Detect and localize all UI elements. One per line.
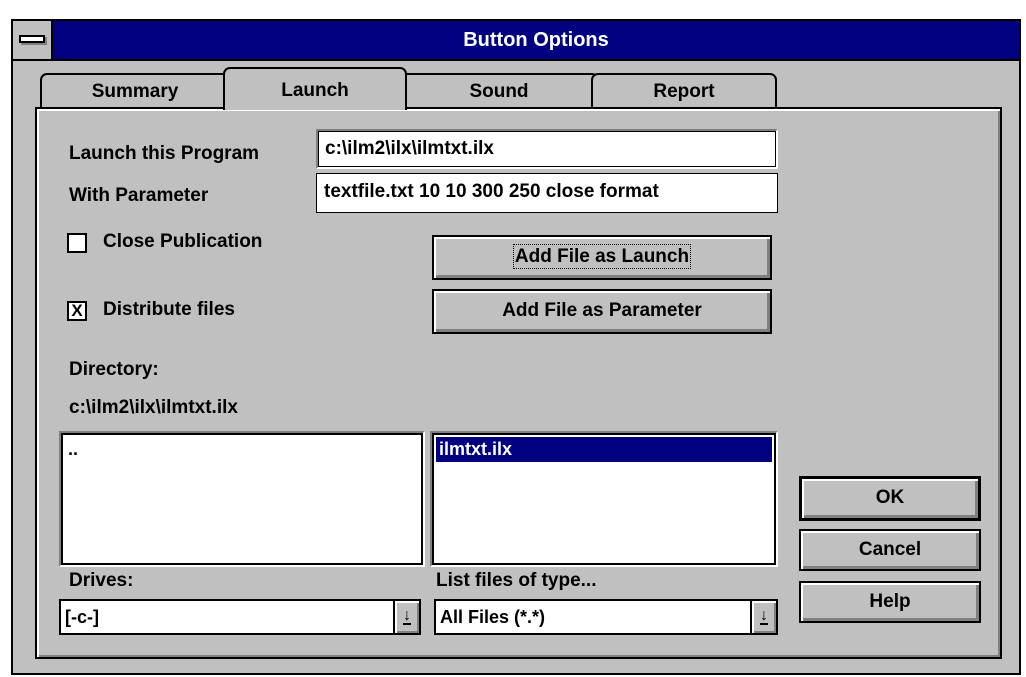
parameter-input[interactable]: textfile.txt 10 10 300 250 close format [316, 173, 778, 213]
file-type-value: All Files (*.*) [440, 607, 546, 627]
distribute-files-checkbox[interactable]: X [67, 301, 87, 321]
parameter-label: With Parameter [69, 185, 209, 206]
cancel-button[interactable]: Cancel [799, 529, 981, 571]
dropdown-arrow-icon[interactable]: ↓ [750, 601, 776, 633]
file-type-select[interactable]: All Files (*.*) ↓ [434, 599, 778, 635]
drives-select[interactable]: [-c-] ↓ [59, 599, 421, 635]
directory-listbox[interactable]: .. [59, 431, 425, 567]
close-publication-label: Close Publication [103, 231, 263, 252]
tab-summary[interactable]: Summary [40, 73, 230, 109]
file-listbox[interactable]: ilmtxt.ilx [430, 431, 778, 567]
drives-value: [-c-] [65, 607, 99, 627]
title-bar[interactable]: Button Options [13, 21, 1019, 61]
drives-label: Drives: [69, 570, 134, 591]
directory-label: Directory: [69, 359, 159, 380]
tab-sound[interactable]: Sound [399, 73, 599, 109]
button-options-dialog: Button Options Summary Sound Report Laun… [11, 19, 1021, 675]
tab-launch[interactable]: Launch [223, 67, 407, 110]
system-menu-icon[interactable] [13, 21, 53, 59]
file-type-label: List files of type... [436, 570, 597, 591]
launch-program-label: Launch this Program [69, 143, 260, 164]
add-file-as-launch-label: Add File as Launch [512, 244, 692, 269]
list-item[interactable]: .. [65, 437, 419, 462]
ok-button[interactable]: OK [799, 476, 981, 521]
add-file-as-launch-button[interactable]: Add File as Launch [432, 235, 772, 280]
tab-report[interactable]: Report [591, 73, 777, 109]
help-button[interactable]: Help [799, 581, 981, 623]
launch-program-input[interactable]: c:\ilm2\ilx\ilmtxt.ilx [316, 129, 778, 169]
distribute-files-label: Distribute files [103, 299, 235, 320]
directory-path: c:\ilm2\ilx\ilmtxt.ilx [69, 397, 238, 418]
add-file-as-parameter-button[interactable]: Add File as Parameter [432, 289, 772, 334]
close-publication-checkbox[interactable] [67, 233, 87, 253]
list-item-selected[interactable]: ilmtxt.ilx [436, 437, 772, 462]
window-title: Button Options [463, 29, 609, 51]
dropdown-arrow-icon[interactable]: ↓ [393, 601, 419, 633]
